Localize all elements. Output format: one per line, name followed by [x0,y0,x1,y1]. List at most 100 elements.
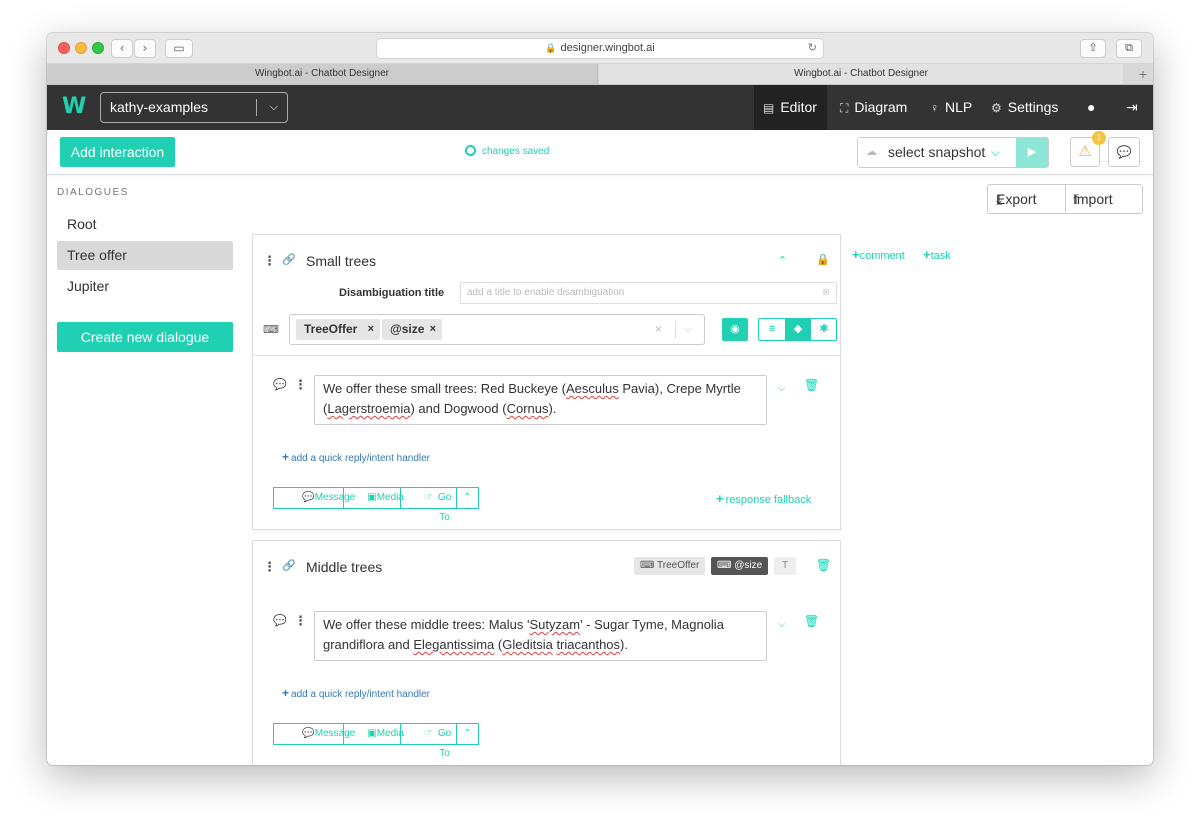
minimize-window-button[interactable] [75,42,87,54]
remove-chip-icon[interactable]: × [430,319,436,340]
browser-tab[interactable]: Wingbot.ai - Chatbot Designer [47,64,598,84]
browser-tab[interactable]: Wingbot.ai - Chatbot Designer [599,64,1123,84]
chevron-down-icon[interactable]: ⌵ [684,315,692,344]
condition-toggle-group: ≡ ◆ ✱ [758,318,837,341]
kebab-icon[interactable]: ⋮ [263,559,276,575]
disambiguation-input[interactable]: add a title to enable disambiguation ⊗ [460,282,837,304]
interaction-card: ⋮ 🔗 Middle trees ⌨ TreeOffer ⌨ @size T 🗑… [252,540,841,765]
trash-icon[interactable]: 🗑 [804,614,819,628]
saved-status-icon [465,145,476,156]
link-icon[interactable]: 🔗 [282,559,296,572]
sidebar-toggle-icon[interactable]: ▭ [165,39,193,58]
chevron-down-icon[interactable]: ⌵ [991,138,1000,167]
disambiguation-placeholder: add a title to enable disambiguation [467,287,625,298]
card-divider [253,355,840,356]
chevron-down-icon[interactable]: ⌵ [778,383,786,394]
dialogues-title: DIALOGUES [57,187,129,198]
kebab-icon[interactable]: ⋮ [294,377,307,393]
plus-icon: + [716,491,724,506]
editor-icon: ▤ [763,101,775,115]
add-quick-reply-link[interactable]: + add a quick reply/intent handler [282,450,430,464]
list-icon[interactable]: ≡ [759,319,785,340]
lock-icon: 🔒 [545,43,557,53]
browser-titlebar: ‹ › ▭ 🔒 designer.wingbot.ai ↻ ⇧ ⧉ [47,33,1153,64]
forward-icon[interactable]: › [134,39,156,58]
warnings-button[interactable]: ⚠ 1 [1070,131,1106,167]
message-textarea[interactable]: We offer these middle trees: Malus 'Suty… [314,611,767,661]
interaction-title[interactable]: Small trees [306,253,376,269]
add-quick-reply-link[interactable]: + add a quick reply/intent handler [282,686,430,700]
lock-icon[interactable]: 🔒 [816,253,830,266]
wingbot-logo[interactable]: W [62,96,86,118]
interaction-card: ⋮ 🔗 Small trees ⌃ 🔒 Disambiguation title… [252,234,841,530]
tags-icon[interactable]: ◆ [785,319,811,340]
interaction-title[interactable]: Middle trees [306,559,382,575]
address-bar[interactable]: 🔒 designer.wingbot.ai ↻ [376,38,824,59]
nav-settings[interactable]: ⚙ Settings [982,85,1067,130]
warning-icon: ⚠ [1078,143,1092,160]
add-goto-button[interactable]: ☞ Go To [401,488,457,523]
url-text: designer.wingbot.ai [560,42,655,54]
globe-icon[interactable]: ◉ [722,318,748,341]
close-window-button[interactable] [58,42,70,54]
add-interaction-button[interactable]: Add interaction [60,137,175,167]
nav-nlp[interactable]: ♀ NLP [921,85,981,130]
chevron-down-icon[interactable]: ⌵ [778,619,786,630]
create-dialogue-button[interactable]: Create new dialogue [57,322,233,352]
play-icon[interactable]: ▶ [1016,138,1048,167]
chevron-down-icon[interactable]: ⌵ [270,93,278,122]
strikethrough-icon[interactable]: T [774,557,796,575]
link-icon[interactable]: 🔗 [282,253,296,266]
add-message-button[interactable]: 💬 Message [274,724,355,744]
nav-diagram[interactable]: ⛶ Diagram [831,85,916,130]
sidebar-item-jupiter[interactable]: Jupiter [57,272,233,301]
message-icon: 💬 [273,379,287,391]
reload-icon[interactable]: ↻ [808,39,817,58]
trash-icon[interactable]: 🗑 [804,378,819,392]
chat-preview-button[interactable]: 💬 [1108,137,1140,167]
nav-editor[interactable]: ▤ Editor [754,85,827,130]
message-icon: 💬 [273,615,287,627]
back-icon[interactable]: ‹ [111,39,133,58]
sidebar-item-root[interactable]: Root [57,210,233,239]
button-divider [1065,185,1066,213]
entity-tag[interactable]: ⌨ @size [711,557,769,575]
bot-select[interactable]: kathy-examples ⌵ [100,92,288,123]
editor-toolbar: Add interaction changes saved ☁ select s… [47,130,1153,175]
browser-window: ‹ › ▭ 🔒 designer.wingbot.ai ↻ ⇧ ⧉ Wingbot… [47,33,1153,765]
kebab-icon[interactable]: ⋮ [294,613,307,629]
sidebar-item-tree-offer[interactable]: Tree offer [57,241,233,270]
plus-icon: + [852,247,860,262]
snapshot-select[interactable]: ☁ select snapshot ⌵ ▶ [857,137,1049,168]
asterisk-icon[interactable]: ✱ [811,319,837,340]
add-media-button[interactable]: ▣ Media [344,488,404,508]
response-fallback-link[interactable]: + response fallback [716,491,811,506]
logout-icon[interactable]: ⇥ [1117,85,1147,130]
trash-icon[interactable]: 🗑 [816,558,831,572]
kebab-icon[interactable]: ⋮ [263,253,276,269]
app-navbar: W kathy-examples ⌵ ▤ Editor ⛶ Diagram ♀ NLP… [47,85,1153,130]
add-media-button[interactable]: ▣ Media [344,724,404,744]
add-message-button[interactable]: 💬 Message [274,488,355,508]
add-comment-link[interactable]: +comment [852,247,905,262]
clear-icon[interactable]: ⊗ [822,283,830,303]
intent-tag[interactable]: ⌨ TreeOffer [634,557,706,575]
plus-icon: + [282,450,290,464]
add-task-link[interactable]: +task [923,247,951,262]
keyboard-icon: ⌨ [640,560,655,571]
add-goto-button[interactable]: ☞ Go To [401,724,457,759]
new-tab-icon[interactable]: + [1139,64,1147,84]
remove-chip-icon[interactable]: × [368,319,374,340]
clear-icon[interactable]: × [655,315,662,344]
chevron-up-icon[interactable]: ⌃ [457,724,478,744]
user-icon[interactable]: ● [1078,85,1104,130]
share-icon[interactable]: ⇧ [1080,39,1106,58]
chevron-up-icon[interactable]: ⌃ [457,488,478,508]
zoom-window-button[interactable] [92,42,104,54]
intent-select[interactable]: TreeOffer × @size × × ⌵ [289,314,705,345]
message-textarea[interactable]: We offer these small trees: Red Buckeye … [314,375,767,425]
chevron-up-icon[interactable]: ⌃ [778,254,787,267]
keyboard-icon: ⌨ [717,560,732,571]
keyboard-icon: ⌨ [263,324,279,336]
tabs-overview-icon[interactable]: ⧉ [1116,39,1142,58]
